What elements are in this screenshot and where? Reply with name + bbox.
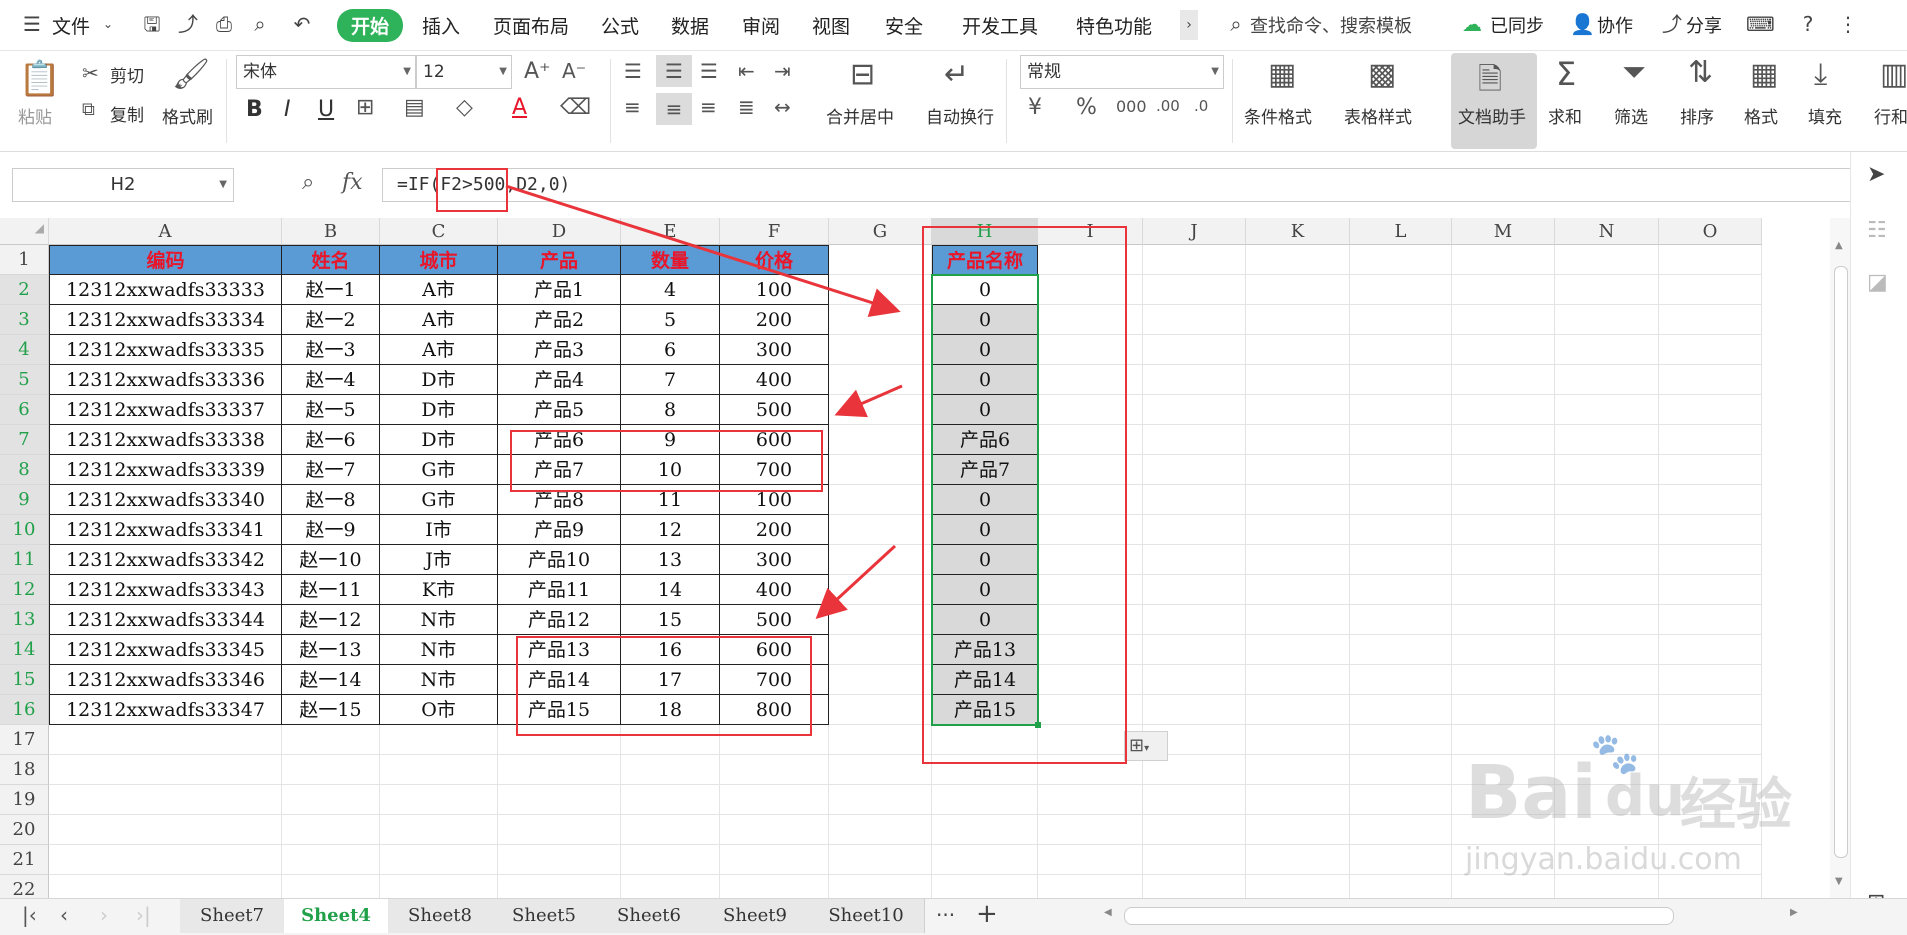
h-scroll-thumb[interactable] [1124,907,1674,925]
scroll-right-icon[interactable]: ▶ [1790,907,1798,918]
watermark-jingyan: 经验 [1680,773,1792,838]
sheet-tab-sheet7[interactable]: Sheet7 [180,899,285,933]
horizontal-scrollbar[interactable]: ◀ ▶ [1104,905,1804,927]
sheet-tab-sheet6[interactable]: Sheet6 [596,899,703,933]
sheet-tab-bar: |‹ ‹ › ›| Sheet7 Sheet4 Sheet8 Sheet5 Sheet6… [0,898,1907,935]
add-sheet-button[interactable]: + [976,899,998,929]
watermark-brand: Bai [1465,750,1597,836]
sheet-tab-sheet8[interactable]: Sheet8 [388,899,493,933]
watermark-brand-2: du [1605,764,1685,829]
arrow-formula-to-result [505,184,901,318]
arrow-to-rows-14-16 [815,544,897,620]
more-sheets-button[interactable]: ··· [936,903,955,927]
sheet-tab-sheet4[interactable]: Sheet4 [284,899,389,933]
baidu-jingyan-watermark: Bai 🐾 du 经验 jingyan.baidu.com [1455,720,1815,890]
sheet-tab-sheet5[interactable]: Sheet5 [492,899,597,933]
arrow-to-rows-7-8 [834,384,903,418]
scroll-left-icon[interactable]: ◀ [1104,907,1112,918]
sheet-tab-sheet9[interactable]: Sheet9 [702,899,809,933]
next-sheet-icon[interactable]: › [100,903,108,927]
last-sheet-icon[interactable]: ›| [136,903,151,927]
watermark-url: jingyan.baidu.com [1465,842,1742,877]
first-sheet-icon[interactable]: |‹ [22,903,37,927]
sheet-tab-sheet10[interactable]: Sheet10 [808,899,925,933]
prev-sheet-icon[interactable]: ‹ [60,903,68,927]
